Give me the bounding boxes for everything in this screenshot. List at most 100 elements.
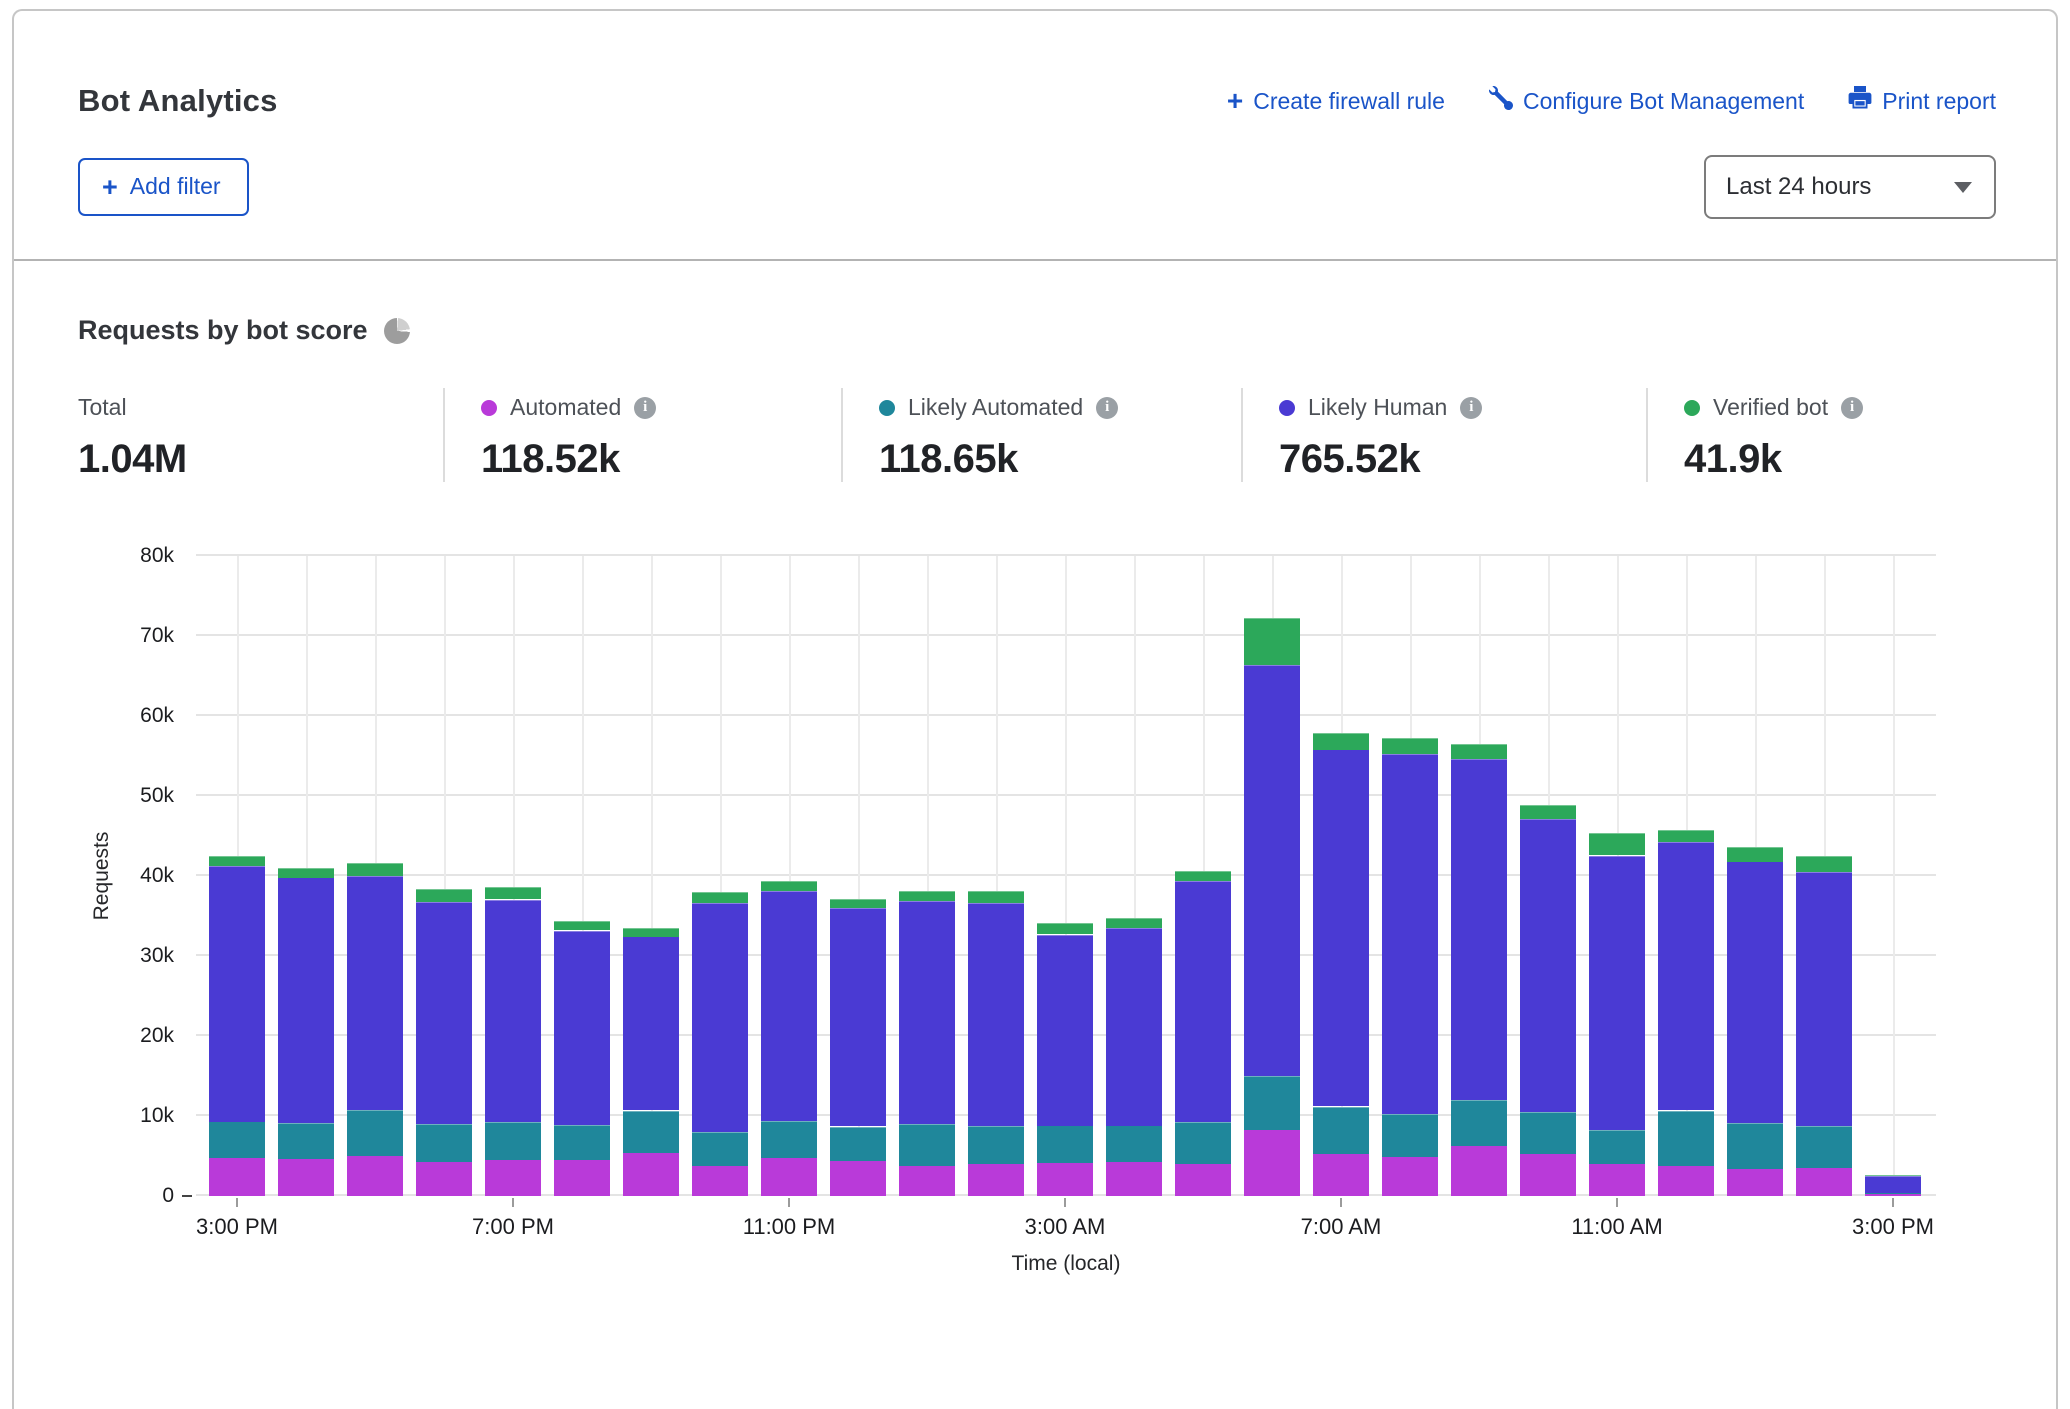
bar-segment-automated	[1796, 1168, 1852, 1196]
bar-segment-automated	[416, 1162, 472, 1196]
filter-row: + Add filter Last 24 hours	[14, 119, 2056, 259]
bar-segment-likely-human	[899, 901, 955, 1124]
bar-400pm-1[interactable]	[278, 867, 334, 1196]
bar-segment-likely-human	[1175, 881, 1231, 1122]
bar-900am-18[interactable]	[1451, 744, 1507, 1196]
section-title: Requests by bot score	[78, 315, 368, 346]
stat-likely-human: Likely Human i 765.52k	[1241, 388, 1646, 482]
create-firewall-rule-link[interactable]: + Create firewall rule	[1227, 88, 1445, 115]
info-icon[interactable]: i	[634, 397, 656, 419]
bar-segment-likely-human	[1727, 861, 1783, 1123]
bar-segment-automated	[1520, 1154, 1576, 1196]
bar-800am-17[interactable]	[1382, 738, 1438, 1196]
bar-segment-automated	[1313, 1154, 1369, 1196]
bar-segment-likely-automated	[1796, 1126, 1852, 1168]
bar-300pm-24[interactable]	[1865, 1175, 1921, 1196]
bar-1000pm-7[interactable]	[692, 892, 748, 1196]
info-icon[interactable]: i	[1841, 397, 1863, 419]
bar-300pm-0[interactable]	[209, 855, 265, 1196]
card-header: Bot Analytics + Create firewall rule Con…	[14, 11, 2056, 119]
info-icon[interactable]: i	[1096, 397, 1118, 419]
bar-segment-automated	[209, 1158, 265, 1196]
x-tick-label: 7:00 PM	[472, 1214, 554, 1240]
bar-1200am-9[interactable]	[830, 899, 886, 1196]
bar-segment-verified-bot	[1589, 833, 1645, 855]
bar-segment-likely-automated	[761, 1121, 817, 1158]
y-tick-label: 60k	[14, 704, 174, 728]
plus-icon: +	[102, 177, 118, 197]
bar-segment-likely-automated	[278, 1123, 334, 1159]
bar-900pm-6[interactable]	[623, 928, 679, 1196]
y-tick-label: 50k	[14, 784, 174, 808]
time-range-select[interactable]: Last 24 hours	[1704, 155, 1996, 219]
plus-icon: +	[1227, 91, 1243, 111]
bar-700am-16[interactable]	[1313, 733, 1369, 1196]
bar-segment-verified-bot	[761, 881, 817, 891]
bar-segment-likely-automated	[1451, 1100, 1507, 1146]
bar-600am-15[interactable]	[1244, 618, 1300, 1196]
add-filter-button[interactable]: + Add filter	[78, 158, 249, 216]
bar-segment-verified-bot	[623, 928, 679, 937]
bar-100pm-22[interactable]	[1727, 846, 1783, 1196]
bar-1200pm-21[interactable]	[1658, 830, 1714, 1196]
zero-tick	[182, 1195, 192, 1197]
stat-verified-bot-value: 41.9k	[1684, 437, 2056, 482]
bar-segment-likely-human	[1520, 819, 1576, 1112]
bar-segment-likely-automated	[1106, 1125, 1162, 1162]
bar-200am-11[interactable]	[968, 891, 1024, 1196]
bar-segment-verified-bot	[1175, 871, 1231, 881]
bar-1000am-19[interactable]	[1520, 805, 1576, 1196]
configure-bot-management-label: Configure Bot Management	[1523, 88, 1804, 115]
pie-chart-icon	[384, 318, 410, 344]
bar-600pm-3[interactable]	[416, 890, 472, 1196]
x-tick-label: 3:00 PM	[1852, 1214, 1934, 1240]
bar-500pm-2[interactable]	[347, 863, 403, 1196]
bar-segment-verified-bot	[1037, 923, 1093, 934]
x-tick-mark	[788, 1198, 790, 1207]
bar-segment-likely-human	[692, 903, 748, 1132]
bar-segment-likely-human	[1451, 759, 1507, 1100]
x-tick-label: 3:00 AM	[1025, 1214, 1106, 1240]
bar-1100am-20[interactable]	[1589, 833, 1645, 1196]
bar-segment-likely-human	[761, 891, 817, 1121]
bar-segment-likely-automated	[1037, 1125, 1093, 1163]
create-firewall-rule-label: Create firewall rule	[1253, 88, 1445, 115]
bar-segment-likely-human	[968, 903, 1024, 1126]
bar-segment-likely-human	[830, 908, 886, 1126]
bar-segment-likely-automated	[1313, 1107, 1369, 1154]
x-tick-label: 3:00 PM	[196, 1214, 278, 1240]
bar-segment-likely-automated	[347, 1110, 403, 1156]
print-report-link[interactable]: Print report	[1848, 86, 1996, 116]
bar-segment-automated	[1175, 1164, 1231, 1196]
bar-segment-likely-human	[278, 877, 334, 1123]
bar-segment-automated	[1382, 1157, 1438, 1196]
bar-1100pm-8[interactable]	[761, 881, 817, 1196]
bar-segment-likely-automated	[1520, 1112, 1576, 1154]
bar-200pm-23[interactable]	[1796, 856, 1852, 1196]
bar-segment-verified-bot	[1244, 618, 1300, 665]
x-tick-mark	[1340, 1198, 1342, 1207]
bar-segment-likely-automated	[1175, 1122, 1231, 1164]
bar-700pm-4[interactable]	[485, 887, 541, 1196]
bar-segment-automated	[1589, 1164, 1645, 1196]
y-tick-label: 40k	[14, 864, 174, 888]
bar-segment-automated	[485, 1160, 541, 1196]
bar-300am-12[interactable]	[1037, 923, 1093, 1196]
bar-100am-10[interactable]	[899, 891, 955, 1196]
stat-verified-bot-label: Verified bot	[1713, 394, 1828, 421]
bar-segment-verified-bot	[1382, 738, 1438, 754]
stat-verified-bot: Verified bot i 41.9k	[1646, 388, 2056, 482]
info-icon[interactable]: i	[1460, 397, 1482, 419]
stat-total-value: 1.04M	[78, 437, 443, 482]
bar-800pm-5[interactable]	[554, 922, 610, 1196]
bar-400am-13[interactable]	[1106, 918, 1162, 1196]
bar-segment-likely-human	[1796, 872, 1852, 1126]
bar-segment-verified-bot	[416, 889, 472, 902]
bar-segment-verified-bot	[1451, 744, 1507, 759]
stats-row: Total 1.04M Automated i 118.52k Likely A…	[14, 388, 2056, 482]
x-tick-label: 11:00 AM	[1571, 1214, 1662, 1240]
bar-segment-automated	[1244, 1130, 1300, 1196]
plot-area	[196, 556, 1936, 1196]
bar-500am-14[interactable]	[1175, 870, 1231, 1196]
configure-bot-management-link[interactable]: Configure Bot Management	[1489, 86, 1804, 116]
